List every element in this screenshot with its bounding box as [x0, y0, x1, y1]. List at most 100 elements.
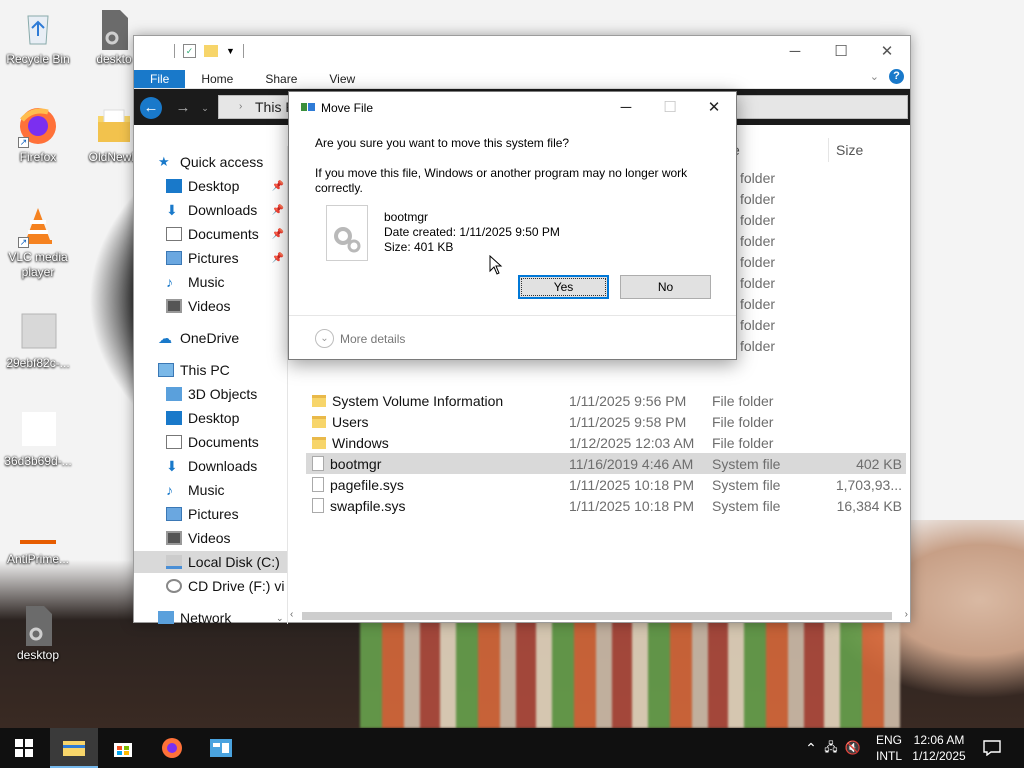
nav-this-pc[interactable]: This PC [134, 359, 287, 381]
table-row-selected[interactable]: bootmgr 11/16/2019 4:46 AM System file 4… [306, 453, 906, 474]
minimize-button[interactable]: ─ [772, 36, 818, 66]
divider [242, 44, 244, 58]
shortcut-arrow-icon: ↗ [18, 237, 29, 248]
desktop-icon-label: 36d3b69d-... [4, 454, 72, 468]
nav-documents[interactable]: Documents 📌 [134, 223, 287, 245]
expand-ribbon-icon[interactable]: ⌄ [870, 70, 879, 83]
network-icon [158, 611, 174, 624]
wallpaper-skewers [360, 615, 900, 728]
nav-pane-scrollbar[interactable]: ⌄ [274, 146, 288, 624]
table-row[interactable]: swapfile.sys 1/11/2025 10:18 PM System f… [306, 495, 906, 516]
start-button[interactable] [0, 728, 48, 768]
type-cell-partial: folder [740, 296, 776, 312]
desktop-icon-firefox[interactable]: ↗ Firefox [0, 106, 76, 165]
desktop-icon-vlc[interactable]: ↗ VLC media player [0, 206, 76, 280]
dialog-minimize-button[interactable]: ─ [604, 92, 648, 122]
table-row[interactable]: Windows 1/12/2025 12:03 AM File folder [306, 432, 906, 453]
nav-onedrive[interactable]: ☁ OneDrive [134, 327, 287, 349]
desktop-icon-antiprime[interactable]: AntiPrime... [0, 508, 76, 567]
blank-file-icon [18, 312, 58, 352]
recycle-bin-icon [18, 8, 58, 48]
tab-file[interactable]: File [134, 70, 186, 88]
scroll-right-icon[interactable]: › [905, 609, 908, 620]
tab-home[interactable]: Home [185, 70, 249, 88]
nav-pictures[interactable]: Pictures 📌 [134, 247, 287, 269]
folder-icon [94, 106, 134, 146]
nav-downloads[interactable]: ⬇ Downloads 📌 [134, 199, 287, 221]
scroll-down-icon[interactable]: ⌄ [276, 613, 284, 624]
taskbar-store[interactable] [99, 728, 147, 768]
dialog-titlebar[interactable]: Move File ─ ☐ ✕ [289, 92, 736, 122]
taskbar-app[interactable] [197, 728, 245, 768]
more-details-toggle[interactable]: ⌄ More details [315, 329, 405, 348]
column-header-size[interactable]: Size [836, 142, 863, 158]
volume-muted-icon[interactable]: 🔇 [842, 740, 864, 756]
nav-cd-drive-f[interactable]: CD Drive (F:) vi [134, 575, 287, 597]
nav-pc-music[interactable]: ♪ Music [134, 479, 287, 501]
clock-date: 1/12/2025 [912, 749, 966, 763]
help-icon[interactable]: ? [889, 69, 904, 84]
nav-pc-videos[interactable]: Videos [134, 527, 287, 549]
dialog-close-button[interactable]: ✕ [692, 92, 736, 122]
desktop-icon-recycle-bin[interactable]: Recycle Bin [0, 8, 76, 67]
nav-quick-access[interactable]: ★ Quick access [134, 151, 287, 173]
folder-icon [312, 394, 326, 407]
system-file-icon [312, 477, 324, 492]
nav-videos[interactable]: Videos [134, 295, 287, 317]
desktop-icon-label: 29ebf82c-... [6, 356, 70, 370]
nav-music[interactable]: ♪ Music [134, 271, 287, 293]
white-file-icon [18, 410, 58, 450]
system-file-gear-icon [326, 205, 368, 261]
scrollbar-thumb[interactable] [302, 612, 892, 620]
firefox-icon [162, 738, 182, 758]
nav-pc-pictures[interactable]: Pictures [134, 503, 287, 525]
table-row[interactable]: System Volume Information 1/11/2025 9:56… [306, 390, 906, 411]
taskbar-file-explorer[interactable] [50, 728, 98, 768]
desktop-icon-36d3b69d[interactable]: 36d3b69d-... [0, 410, 76, 469]
desktop-icon-label: Recycle Bin [6, 52, 70, 66]
maximize-button[interactable]: ☐ [818, 36, 864, 66]
nav-3d-objects[interactable]: 3D Objects [134, 383, 287, 405]
dialog-divider [289, 315, 736, 316]
action-center-button[interactable] [972, 728, 1012, 768]
desktop-icon [166, 179, 182, 193]
folder-icon[interactable] [204, 45, 218, 57]
scroll-left-icon[interactable]: ‹ [290, 609, 293, 620]
customize-dropdown-icon[interactable]: ▼ [226, 46, 235, 56]
download-arrow-icon: ⬇ [166, 202, 178, 218]
clock[interactable]: 12:06 AM 1/12/2025 [906, 732, 972, 764]
network-icon[interactable]: 🖧 [820, 738, 842, 759]
nav-pc-documents[interactable]: Documents [134, 431, 287, 453]
nav-network[interactable]: Network [134, 607, 287, 624]
chevron-up-icon[interactable]: ⌃ [802, 740, 820, 757]
table-row[interactable]: pagefile.sys 1/11/2025 10:18 PM System f… [306, 474, 906, 495]
navigation-pane[interactable]: ★ Quick access Desktop 📌 ⬇ Downloads 📌 D… [134, 146, 288, 624]
nav-pc-downloads[interactable]: ⬇ Downloads [134, 455, 287, 477]
properties-icon[interactable]: ✓ [183, 44, 196, 58]
tab-share[interactable]: Share [249, 70, 313, 88]
recent-locations-icon[interactable]: ⌄ [194, 97, 216, 119]
file-info: bootmgr Date created: 1/11/2025 9:50 PM … [384, 210, 560, 255]
pictures-icon [166, 251, 182, 265]
desktop-icon-29ebf82c[interactable]: 29ebf82c-... [0, 312, 76, 371]
move-file-dialog[interactable]: Move File ─ ☐ ✕ Are you sure you want to… [288, 91, 737, 360]
nav-pc-desktop[interactable]: Desktop [134, 407, 287, 429]
no-button[interactable]: No [620, 275, 711, 299]
nav-desktop[interactable]: Desktop 📌 [134, 175, 287, 197]
horizontal-scrollbar[interactable]: ‹ › [288, 608, 910, 624]
taskbar-firefox[interactable] [148, 728, 196, 768]
nav-local-disk-c[interactable]: Local Disk (C:) [134, 551, 287, 573]
desktop-icon-desktop[interactable]: desktop [0, 604, 76, 663]
table-row[interactable]: Users 1/11/2025 9:58 PM File folder [306, 411, 906, 432]
type-cell-partial: folder [740, 212, 776, 228]
back-arrow-icon[interactable]: ← [140, 97, 162, 119]
desktop-icon [166, 411, 182, 425]
language-indicator[interactable]: ENG INTL [876, 732, 902, 764]
type-cell-partial: folder [740, 233, 776, 249]
cloud-icon: ☁ [158, 330, 172, 346]
forward-arrow-icon[interactable]: → [172, 97, 194, 119]
explorer-titlebar[interactable]: ✓ ▼ ─ ☐ ✕ [134, 36, 910, 67]
yes-button[interactable]: Yes [518, 275, 609, 299]
tab-view[interactable]: View [313, 70, 371, 88]
close-button[interactable]: ✕ [864, 36, 910, 66]
